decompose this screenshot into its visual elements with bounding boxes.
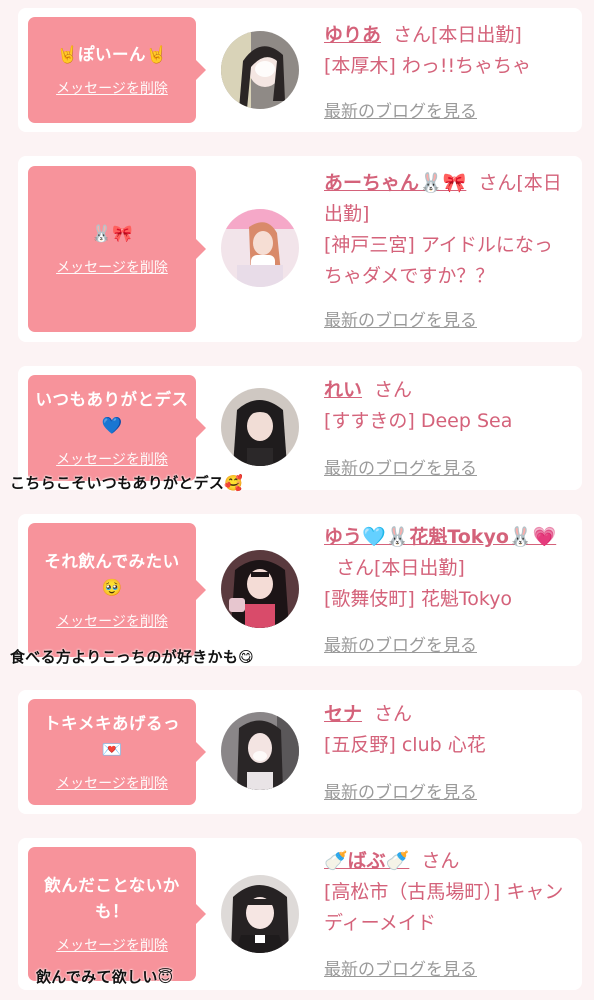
delete-message-link[interactable]: メッセージを削除 (56, 773, 168, 793)
cast-area-text: [本厚木] わっ!!ちゃちゃ (324, 55, 532, 77)
reply-comment: 食べる方よりこっちのが好きかも😋 (10, 648, 255, 666)
message-bubble: いつもありがとデス💙 メッセージを削除 (28, 375, 206, 481)
reply-comment: こちらこそいつもありがとデス🥰 (10, 474, 244, 492)
cast-info: ゆりあ さん[本日出勤] [本厚木] わっ!!ちゃちゃ (324, 20, 570, 82)
avatar-photo (221, 209, 299, 287)
avatar-photo (221, 712, 299, 790)
avatar[interactable] (221, 875, 299, 953)
cast-name-link[interactable]: れい (324, 379, 362, 401)
cast-info: セナ さん [五反野] club 心花 (324, 699, 570, 761)
cast-status: さん (421, 850, 460, 872)
message-bubble: 飲んだことないかも！ メッセージを削除 (28, 847, 206, 981)
avatar[interactable] (221, 209, 299, 287)
message-text: トキメキあげるっ💌 (44, 714, 180, 759)
cast-name-link[interactable]: ゆう🩵🐰花魁Tokyo🐰💗 (324, 526, 556, 548)
cast-info: ゆう🩵🐰花魁Tokyo🐰💗 さん[本日出勤] [歌舞伎町] 花魁Tokyo (324, 522, 570, 615)
avatar[interactable] (221, 550, 299, 628)
message-text: いつもありがとデス💙 (35, 390, 189, 435)
cast-name-link[interactable]: ゆりあ (324, 24, 381, 46)
message-text: それ飲んでみたい🥹 (44, 552, 180, 597)
avatar-photo (221, 550, 299, 628)
avatar[interactable] (221, 31, 299, 109)
cast-status: さん (374, 379, 413, 401)
message-text: 🤘ぽいーん🤘 (56, 45, 168, 64)
cast-name-link[interactable]: 🍼ばぶ🍼 (324, 850, 409, 872)
delete-message-link[interactable]: メッセージを削除 (56, 449, 168, 469)
latest-blog-link[interactable]: 最新のブログを見る (324, 778, 477, 803)
message-card: 🤘ぽいーん🤘 メッセージを削除 ゆりあ さん[本日出勤] [本厚木] わっ!!ちゃ… (18, 8, 582, 132)
latest-blog-link[interactable]: 最新のブログを見る (324, 955, 477, 980)
message-bubble: トキメキあげるっ💌 メッセージを削除 (28, 699, 206, 805)
message-bubble: 🐰🎀 メッセージを削除 (28, 166, 206, 332)
cast-info: 🍼ばぶ🍼 さん [高松市（古馬場町）] キャンディーメイド (324, 846, 570, 939)
cast-area-text: [五反野] club 心花 (324, 734, 486, 756)
cast-status: さん[本日出勤] (393, 24, 522, 46)
message-card: トキメキあげるっ💌 メッセージを削除 セナ さん [五反野] club 心花 最新… (18, 690, 582, 814)
latest-blog-link[interactable]: 最新のブログを見る (324, 306, 477, 331)
cast-name-link[interactable]: セナ (324, 703, 362, 725)
cast-area-text: [すすきの] Deep Sea (324, 410, 513, 432)
message-card: 🐰🎀 メッセージを削除 あーちゃん🐰🎀 さん[本日出勤] [神戸三宮] アイドルに… (18, 156, 582, 342)
delete-message-link[interactable]: メッセージを削除 (56, 935, 168, 955)
delete-message-link[interactable]: メッセージを削除 (56, 611, 168, 631)
avatar-photo (221, 31, 299, 109)
message-text: 飲んだことないかも！ (44, 876, 180, 921)
avatar-photo (221, 875, 299, 953)
cast-info: あーちゃん🐰🎀 さん[本日出勤] [神戸三宮] アイドルになっちゃダメですか？？ (324, 168, 570, 292)
avatar[interactable] (221, 712, 299, 790)
reply-comment: 飲んでみて欲しい😇 (36, 968, 174, 986)
cast-area-text: [神戸三宮] アイドルになっちゃダメですか？？ (324, 234, 553, 287)
latest-blog-link[interactable]: 最新のブログを見る (324, 631, 477, 656)
cast-area-text: [高松市（古馬場町）] キャンディーメイド (324, 881, 564, 934)
cast-area-text: [歌舞伎町] 花魁Tokyo (324, 588, 513, 610)
message-card: それ飲んでみたい🥹 メッセージを削除 ゆう🩵🐰花魁Tokyo🐰💗 さん[本日出勤]… (18, 514, 582, 666)
latest-blog-link[interactable]: 最新のブログを見る (324, 97, 477, 122)
message-text: 🐰🎀 (90, 224, 134, 243)
delete-message-link[interactable]: メッセージを削除 (56, 257, 168, 277)
latest-blog-link[interactable]: 最新のブログを見る (324, 454, 477, 479)
cast-status: さん (374, 703, 413, 725)
delete-message-link[interactable]: メッセージを削除 (56, 78, 168, 98)
cast-info: れい さん [すすきの] Deep Sea (324, 375, 570, 437)
cast-status: さん[本日出勤] (336, 557, 465, 579)
cast-name-link[interactable]: あーちゃん🐰🎀 (324, 172, 466, 194)
avatar-photo (221, 388, 299, 466)
message-bubble: それ飲んでみたい🥹 メッセージを削除 (28, 523, 206, 657)
message-bubble: 🤘ぽいーん🤘 メッセージを削除 (28, 17, 206, 123)
avatar[interactable] (221, 388, 299, 466)
